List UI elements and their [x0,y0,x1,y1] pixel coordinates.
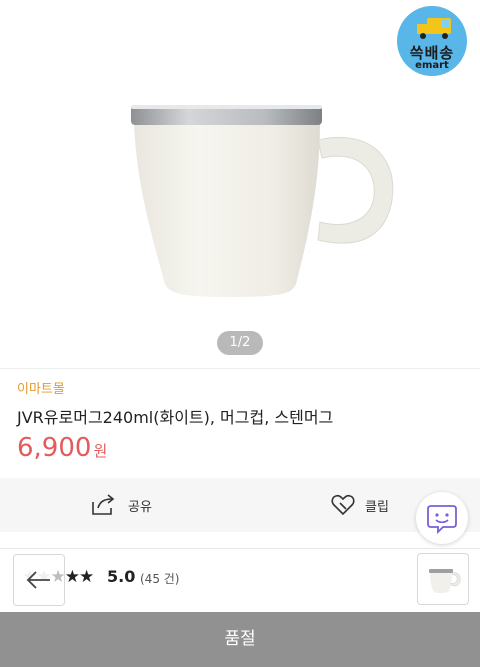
gallery-pager: 1/2 [217,331,263,355]
back-arrow-icon [26,571,50,589]
back-button[interactable] [13,554,65,606]
product-info: 이마트몰 JVR유로머그240ml(화이트), 머그컵, 스텐머그 6,900 원 [0,368,480,479]
product-gallery[interactable]: 쓱배송 emart 1/2 [0,0,480,368]
clip-heart-icon [331,494,355,516]
mug-thumbnail-image [429,569,461,593]
share-label: 공유 [128,499,152,515]
seller-link[interactable]: 이마트몰 [17,378,65,397]
price-value: 6,900 [17,433,92,463]
badge-subtitle: emart [415,60,449,71]
review-bar: ★★★★★ 5.0 (45 건) [0,548,480,609]
clip-label: 클립 [365,499,389,515]
rating-score: 5.0 [107,567,136,586]
chat-button[interactable] [416,492,468,544]
ssg-delivery-badge: 쓱배송 emart [397,6,467,76]
share-icon [92,494,115,515]
action-bar: 공유 클립 [0,478,480,532]
review-count[interactable]: (45 건) [140,570,180,587]
chat-bubble-icon [427,505,457,535]
clip-button[interactable]: 클립 [331,492,389,518]
product-title: JVR유로머그240ml(화이트), 머그컵, 스텐머그 [17,408,334,427]
soldout-button[interactable]: 품절 [0,612,480,667]
price-currency: 원 [93,442,108,460]
product-thumbnail[interactable] [417,553,469,605]
product-price: 6,900 원 [17,433,107,463]
share-button[interactable]: 공유 [90,492,152,518]
